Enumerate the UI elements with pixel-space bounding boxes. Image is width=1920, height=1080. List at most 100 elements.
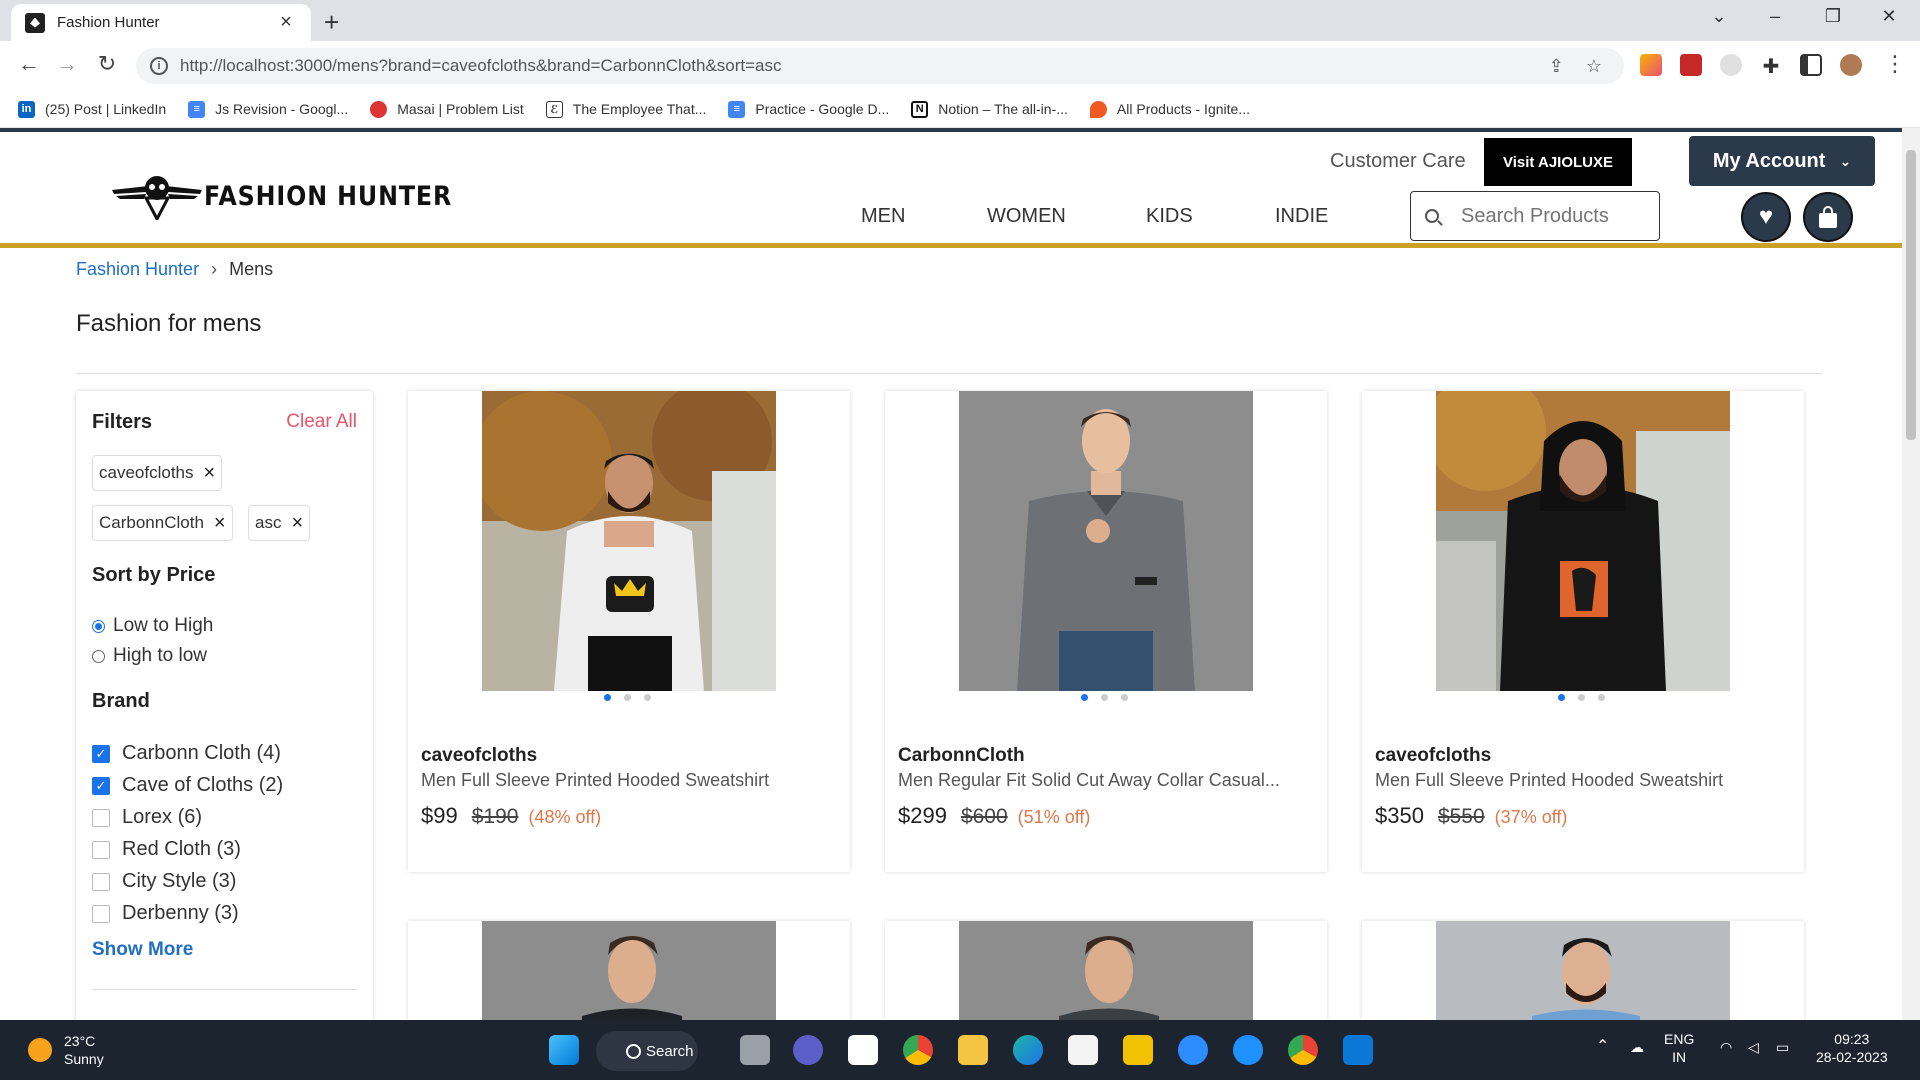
remove-chip-icon[interactable]: × [204, 462, 216, 485]
bookmark-item[interactable]: N Notion – The all-in-... [911, 100, 1068, 118]
brand-option-derbenny[interactable]: Derbenny (3) [92, 902, 239, 925]
profile-avatar[interactable] [1840, 54, 1862, 76]
close-tab-icon[interactable]: × [275, 11, 297, 34]
clock[interactable]: 09:23 28-02-2023 [1816, 1030, 1888, 1066]
extension-icon[interactable] [1720, 54, 1742, 76]
product-card[interactable] [408, 921, 850, 1020]
brand-option-carbonn-cloth[interactable]: ✓ Carbonn Cloth (4) [92, 742, 281, 765]
search-input[interactable] [1461, 204, 1641, 228]
remove-chip-icon[interactable]: × [291, 512, 303, 535]
carousel-dot[interactable] [1558, 694, 1565, 701]
nav-kids[interactable]: KIDS [1146, 205, 1193, 228]
carousel-dot[interactable] [624, 694, 631, 701]
pen-extension-icon[interactable] [1640, 54, 1662, 76]
windows-start-icon[interactable] [549, 1035, 579, 1065]
side-panel-icon[interactable] [1800, 54, 1822, 76]
reload-button[interactable]: ↻ [92, 51, 122, 77]
filter-chip[interactable]: caveofcloths × [92, 455, 223, 491]
brand-option-cave-of-cloths[interactable]: ✓ Cave of Cloths (2) [92, 774, 283, 797]
site-logo[interactable]: FASHION HUNTER [110, 172, 486, 220]
product-search-box[interactable] [1410, 191, 1660, 241]
carousel-dot[interactable] [644, 694, 651, 701]
product-image[interactable] [1436, 921, 1730, 1020]
close-window-button[interactable]: ✕ [1866, 6, 1912, 27]
product-card[interactable]: caveofcloths Men Full Sleeve Printed Hoo… [1362, 391, 1804, 872]
share-icon[interactable]: ⇪ [1549, 56, 1564, 77]
clear-all-button[interactable]: Clear All [286, 411, 357, 433]
carousel-dots[interactable] [1081, 694, 1141, 701]
nav-men[interactable]: MEN [861, 205, 905, 228]
product-image[interactable] [482, 921, 776, 1020]
nav-indie[interactable]: INDIE [1275, 205, 1328, 228]
chrome-icon[interactable] [903, 1035, 933, 1065]
filter-chip[interactable]: asc × [248, 505, 311, 541]
sort-high-to-low-option[interactable]: High to low [92, 645, 207, 667]
product-card[interactable] [1362, 921, 1804, 1020]
tray-chevron-up-icon[interactable]: ⌃ [1596, 1038, 1609, 1056]
site-info-icon[interactable]: i [150, 57, 168, 75]
restore-button[interactable]: ❐ [1810, 6, 1856, 27]
battery-icon[interactable]: ▭ [1776, 1038, 1789, 1056]
filter-chip[interactable]: CarbonnCloth × [92, 505, 233, 541]
page-scrollbar[interactable] [1902, 128, 1920, 1020]
microsoft-store-icon[interactable] [1068, 1035, 1098, 1065]
brand-option-lorex[interactable]: Lorex (6) [92, 806, 202, 829]
carousel-dot[interactable] [1598, 694, 1605, 701]
checkbox[interactable] [92, 840, 110, 859]
product-image[interactable] [1436, 391, 1730, 691]
bookmark-star-icon[interactable]: ☆ [1586, 56, 1602, 77]
checkbox[interactable] [92, 904, 110, 923]
checkbox[interactable]: ✓ [92, 744, 110, 763]
my-account-button[interactable]: My Account ⌄ [1689, 136, 1875, 186]
product-image[interactable] [959, 921, 1253, 1020]
address-bar[interactable]: i http://localhost:3000/mens?brand=caveo… [136, 48, 1624, 84]
language-indicator[interactable]: ENG IN [1664, 1030, 1694, 1066]
carousel-dots[interactable] [604, 694, 664, 701]
back-button[interactable]: ← [14, 51, 44, 77]
carousel-dot[interactable] [1121, 694, 1128, 701]
notes-app-icon[interactable] [1123, 1035, 1153, 1065]
product-card[interactable]: CarbonnCloth Men Regular Fit Solid Cut A… [885, 391, 1327, 872]
bookmark-item[interactable]: All Products - Ignite... [1089, 100, 1250, 118]
radio-button[interactable] [92, 649, 105, 663]
product-card[interactable]: caveofcloths Men Full Sleeve Printed Hoo… [408, 391, 850, 872]
new-tab-button[interactable]: + [324, 7, 339, 38]
extension-icon[interactable] [1680, 54, 1702, 76]
brand-option-red-cloth[interactable]: Red Cloth (3) [92, 838, 241, 861]
checkbox[interactable]: ✓ [92, 776, 110, 795]
vscode-icon[interactable] [1343, 1035, 1373, 1065]
nav-women[interactable]: WOMEN [987, 205, 1066, 228]
browser-tab[interactable]: Fashion Hunter × [11, 4, 311, 41]
show-more-link[interactable]: Show More [92, 939, 193, 961]
radio-button[interactable] [92, 619, 105, 633]
onedrive-icon[interactable]: ☁ [1630, 1038, 1644, 1056]
product-name[interactable]: Men Regular Fit Solid Cut Away Collar Ca… [898, 770, 1280, 791]
help-icon[interactable] [1233, 1035, 1263, 1065]
checkbox[interactable] [92, 872, 110, 891]
carousel-dot[interactable] [1081, 694, 1088, 701]
edge-icon[interactable] [1013, 1035, 1043, 1065]
minimize-button[interactable]: – [1752, 6, 1798, 27]
product-name[interactable]: Men Full Sleeve Printed Hooded Sweatshir… [1375, 770, 1723, 791]
taskbar-search[interactable]: Search [596, 1031, 698, 1071]
product-image[interactable] [959, 391, 1253, 691]
product-name[interactable]: Men Full Sleeve Printed Hooded Sweatshir… [421, 770, 769, 791]
task-view-icon[interactable] [740, 1035, 770, 1065]
visit-ajioluxe-button[interactable]: Visit AJIOLUXE [1484, 138, 1632, 186]
teams-chat-icon[interactable] [793, 1035, 823, 1065]
volume-icon[interactable]: ◁ [1748, 1038, 1759, 1056]
forward-button[interactable]: → [52, 51, 82, 77]
chrome-active-icon[interactable] [1288, 1035, 1318, 1065]
mongodb-icon[interactable] [848, 1035, 878, 1065]
brand-option-city-style[interactable]: City Style (3) [92, 870, 236, 893]
bookmark-item[interactable]: ℰ The Employee That... [545, 100, 706, 118]
wifi-icon[interactable]: ◠ [1720, 1038, 1732, 1056]
bookmark-item[interactable]: ≡ Js Revision - Googl... [188, 100, 348, 118]
product-card[interactable] [885, 921, 1327, 1020]
carousel-dot[interactable] [1101, 694, 1108, 701]
product-image[interactable] [482, 391, 776, 691]
customer-care-link[interactable]: Customer Care [1330, 150, 1466, 173]
file-explorer-icon[interactable] [958, 1035, 988, 1065]
bookmark-item[interactable]: Masai | Problem List [370, 100, 524, 118]
carousel-dot[interactable] [1578, 694, 1585, 701]
